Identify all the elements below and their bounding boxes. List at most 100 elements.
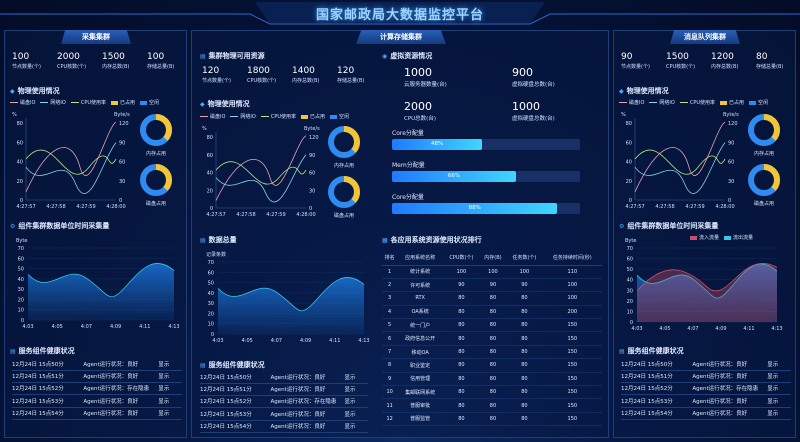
rank-cell: 80	[443, 305, 480, 320]
rank-cell: 80	[506, 412, 543, 427]
health-show-link[interactable]: 显示	[158, 360, 169, 368]
health-show-link[interactable]: 显示	[767, 360, 778, 368]
x-tick: 4:28:00	[715, 204, 734, 210]
health-time: 12月24日 15点54分	[200, 423, 252, 430]
health-show-link[interactable]: 显示	[344, 410, 355, 418]
health-divider	[621, 394, 791, 396]
y-tick: 20	[18, 297, 24, 303]
rank-header: 应用系统名称	[397, 250, 444, 266]
x-tick: 4:05	[659, 326, 670, 332]
gear-icon: ⚙	[10, 223, 16, 230]
rank-cell: OA系统	[397, 305, 444, 320]
cluster-title-text: 集群物理可用资源	[208, 52, 265, 60]
health-show-link[interactable]: 显示	[344, 422, 355, 430]
virtual-stat-1: 900 虚拟硬盘总数(台)	[512, 66, 555, 88]
rank-title: ▦ 各应用系统资源使用状况排行	[382, 235, 482, 245]
rank-table: 排名 应用系统名称 CPU数(个) 内存(B) 任务数(个) 任务持续时间(秒) 1 统计系统…	[382, 250, 602, 427]
health-time: 12月24日 15点52分	[621, 386, 673, 393]
virtual-stat-label: CPU总数(台)	[404, 116, 436, 122]
y-tick: 70	[208, 260, 214, 266]
health-show-link[interactable]: 显示	[767, 372, 778, 380]
y-tick-right: 120	[309, 135, 319, 141]
legend-swatch	[200, 116, 208, 117]
legend-swatch	[230, 116, 239, 117]
health-show-link[interactable]: 显示	[767, 397, 778, 405]
rank-cell: 80	[506, 398, 543, 413]
rank-cell: 80	[479, 385, 507, 400]
y-tick-left: 40	[626, 160, 632, 166]
health-status: Agent运行状况：良好	[270, 387, 326, 394]
health-time: 12月24日 15点52分	[200, 399, 252, 406]
stat-value: 1400	[292, 66, 315, 76]
rank-cell: 80	[443, 372, 480, 387]
stat-label: 节点数量(个)	[621, 64, 650, 70]
health-status: Agent运行状况：良好	[692, 398, 748, 405]
rank-header: 内存(B)	[479, 250, 507, 266]
stat-label: CPU核数(个)	[57, 64, 87, 70]
table-row: 3 RTX 80 80 80 100	[382, 291, 602, 306]
right-health-title: ▤ 服务组件健康状况	[619, 346, 684, 356]
rank-cell: 80	[479, 331, 507, 346]
health-show-link[interactable]: 显示	[767, 384, 778, 392]
x-tick: 4:27:59	[685, 204, 704, 210]
area-fill	[28, 263, 174, 320]
y-tick: 20	[627, 299, 633, 305]
legend-swatch	[70, 102, 79, 103]
series-line-0	[634, 121, 726, 192]
health-show-link[interactable]: 显示	[344, 397, 355, 405]
alloc-bar-track: 88%	[392, 203, 580, 214]
center-disk-ring-label: 磁盘占用	[333, 213, 354, 219]
legend-item: 空闲	[330, 114, 349, 120]
health-row: 12月24日 15点50分 Agent运行状况：良好 显示	[200, 373, 368, 383]
health-show-link[interactable]: 显示	[344, 373, 355, 381]
health-time: 12月24日 15点53分	[621, 398, 673, 405]
table-row: 8 职业鉴定 80 80 80 150	[382, 358, 602, 373]
y-tick-left: 60	[626, 140, 632, 146]
health-divider	[621, 370, 791, 371]
health-divider	[200, 395, 368, 397]
x-tick: 4:03	[212, 338, 223, 344]
rank-cell: 2	[382, 278, 398, 293]
health-status: Agent运行状况：存在隐患	[692, 386, 759, 393]
health-show-link[interactable]: 显示	[158, 384, 169, 392]
rank-cell: 许可系统	[397, 278, 444, 293]
right-panel-tab: 消息队列集群	[670, 30, 740, 44]
stat-value: 100	[12, 52, 30, 62]
table-row: 10 集邮联网系统 80 80 80 150	[382, 385, 602, 400]
stat-value: 1800	[247, 66, 270, 76]
y-tick: 10	[18, 308, 24, 314]
virtual-stat-value: 2000	[404, 100, 432, 113]
legend-swatch	[260, 116, 269, 117]
health-show-link[interactable]: 显示	[158, 397, 169, 405]
health-show-link[interactable]: 显示	[158, 372, 169, 380]
center-panel-tab: 计算存储集群	[356, 30, 446, 44]
table-row: 1 统计系统 100 100 100 110	[382, 265, 602, 279]
drop-icon: ◆	[619, 88, 624, 95]
rank-cell: 80	[506, 318, 543, 333]
health-show-link[interactable]: 显示	[344, 385, 355, 393]
health-row: 12月24日 15点50分 Agent运行状况：良好 显示	[621, 360, 791, 370]
stat-value: 2000	[57, 52, 80, 62]
rank-cell: 150	[542, 331, 602, 346]
drop-icon: ◆	[200, 101, 205, 108]
database-icon: ▤	[200, 237, 206, 244]
series-line-2	[25, 149, 117, 175]
health-status: Agent运行状况：良好	[83, 398, 139, 405]
virtual-stat-label: 虚拟硬盘总数(台)	[512, 82, 555, 88]
health-show-link[interactable]: 显示	[767, 409, 778, 417]
rank-cell: 80	[443, 412, 480, 427]
center-health-title: ▤ 服务组件健康状况	[200, 360, 265, 370]
health-status: Agent运行状况：良好	[83, 362, 139, 368]
grid-icon: ▦	[382, 237, 388, 244]
wifi-icon: ◉	[382, 53, 388, 60]
x-tick: 4:07	[687, 326, 698, 332]
rank-cell: 80	[479, 305, 507, 320]
health-show-link[interactable]: 显示	[158, 409, 169, 417]
virtual-stat-value: 1000	[404, 66, 432, 79]
legend-text: 空闲	[758, 100, 769, 106]
right-collect-title-text: 组件集群数据单位时间采集量	[627, 222, 719, 230]
rank-header-row: 排名 应用系统名称 CPU数(个) 内存(B) 任务数(个) 任务持续时间(秒)	[382, 250, 602, 266]
gear-icon: ⚙	[619, 223, 625, 230]
health-status: Agent运行状况：存在隐患	[83, 386, 150, 393]
health-status: Agent运行状况：良好	[270, 423, 326, 430]
